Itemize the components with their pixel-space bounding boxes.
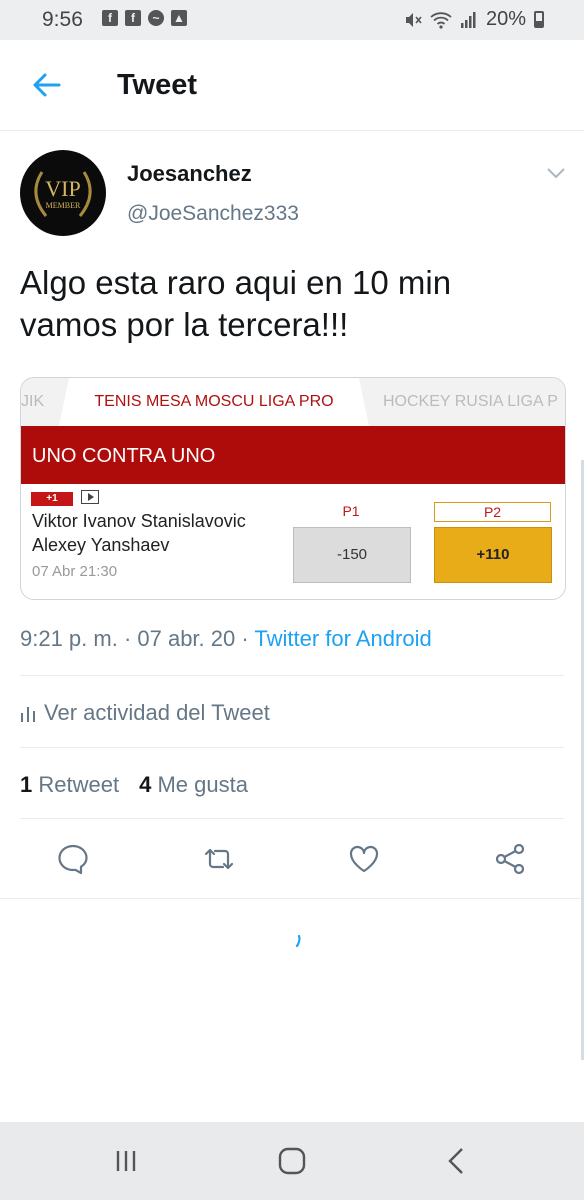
player-name: Alexey Yanshaev xyxy=(32,535,170,555)
retweet-icon[interactable] xyxy=(202,842,236,876)
bet-tab-active: TENIS MESA MOSCU LIGA PRO xyxy=(59,378,369,426)
system-nav-bar xyxy=(0,1122,584,1200)
avatar-member-text: MEMBER xyxy=(46,201,81,210)
author-name[interactable]: Joesanchez xyxy=(127,161,252,187)
tweet-stats: 1 Retweet 4 Me gusta xyxy=(20,772,248,798)
system-status: 20% xyxy=(404,8,544,31)
wifi-icon xyxy=(430,11,452,29)
source-link[interactable]: Twitter for Android xyxy=(254,626,431,651)
reply-icon[interactable] xyxy=(56,842,90,876)
likes-label: Me gusta xyxy=(157,772,248,797)
tweet-timestamp: 9:21 p. m. · 07 abr. 20 · Twitter for An… xyxy=(20,626,432,652)
divider xyxy=(20,747,564,748)
video-icon xyxy=(81,490,99,504)
notification-icons: f f ~ ▲ xyxy=(102,10,187,26)
odds-button-p1: -150 xyxy=(293,527,411,583)
messenger-icon: ~ xyxy=(148,10,164,26)
facebook-icon: f xyxy=(102,10,118,26)
status-time: 9:56 xyxy=(42,8,83,31)
odds-label-p2: P2 xyxy=(434,502,551,522)
battery-percent: 20% xyxy=(485,8,526,30)
likes-stat[interactable]: 4 Me gusta xyxy=(139,772,248,798)
tweet-text-line: vamos por la tercera!!! xyxy=(20,306,349,343)
bet-tab: HOCKEY RUSIA LIGA P xyxy=(383,393,558,410)
retweets-stat[interactable]: 1 Retweet xyxy=(20,772,119,798)
signal-icon xyxy=(460,11,476,28)
analytics-icon xyxy=(21,707,35,722)
header: Tweet xyxy=(0,40,584,131)
likes-count: 4 xyxy=(139,772,152,797)
retweets-count: 1 xyxy=(20,772,33,797)
tweet-text: Algo esta raro aqui en 10 min vamos por … xyxy=(20,262,560,346)
tweet-actions xyxy=(0,818,584,899)
mute-icon xyxy=(405,12,422,27)
gallery-icon: ▲ xyxy=(171,10,187,26)
home-icon[interactable] xyxy=(272,1144,312,1178)
share-icon[interactable] xyxy=(493,842,527,876)
chevron-down-icon[interactable] xyxy=(545,165,567,181)
arrow-left-icon[interactable] xyxy=(30,70,62,100)
live-badge: +1 xyxy=(31,492,73,506)
like-icon[interactable] xyxy=(347,842,381,876)
odds-label-p1: P1 xyxy=(342,503,360,519)
avatar[interactable]: VIP MEMBER xyxy=(20,150,106,236)
avatar-vip-text: VIP xyxy=(45,176,80,201)
facebook-icon: f xyxy=(125,10,141,26)
recent-apps-icon[interactable] xyxy=(106,1144,146,1178)
bet-tabs: JIK TENIS MESA MOSCU LIGA PRO HOCKEY RUS… xyxy=(21,378,565,426)
section-title: UNO CONTRA UNO xyxy=(21,426,565,484)
status-bar: 9:56 f f ~ ▲ 20% xyxy=(0,0,584,40)
divider xyxy=(20,675,564,676)
back-icon[interactable] xyxy=(437,1144,477,1178)
loading-spinner-icon xyxy=(296,935,301,947)
battery-icon xyxy=(534,11,544,28)
activity-label: Ver actividad del Tweet xyxy=(44,700,270,725)
retweets-label: Retweet xyxy=(38,772,120,797)
tweet-media[interactable]: JIK TENIS MESA MOSCU LIGA PRO HOCKEY RUS… xyxy=(20,377,566,600)
tweet-activity-link[interactable]: Ver actividad del Tweet xyxy=(20,700,270,726)
tweet-text-line: Algo esta raro aqui en 10 min xyxy=(20,264,452,301)
bet-tab: JIK xyxy=(21,393,45,410)
player-name: Viktor Ivanov Stanislavovic xyxy=(32,511,246,531)
timestamp-text: 9:21 p. m. · 07 abr. 20 · xyxy=(20,626,255,651)
odds-button-p2: +110 xyxy=(434,527,552,583)
match-time: 07 Abr 21:30 xyxy=(32,563,118,580)
page-title: Tweet xyxy=(117,69,198,101)
author-handle[interactable]: @JoeSanchez333 xyxy=(127,202,299,226)
